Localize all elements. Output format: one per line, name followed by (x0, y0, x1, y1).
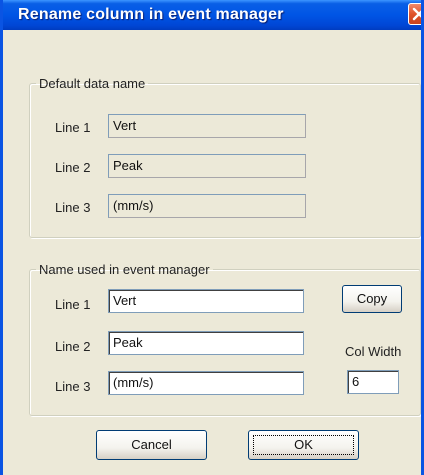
cancel-button-label: Cancel (131, 437, 172, 452)
dialog-title: Rename column in event manager (18, 6, 284, 23)
event-line2-label: Line 2 (55, 339, 91, 354)
close-icon (412, 7, 421, 21)
default-line3-field: (mm/s) (108, 194, 306, 218)
event-line1-label: Line 1 (55, 297, 91, 312)
close-button[interactable] (408, 3, 421, 25)
copy-button-label: Copy (356, 291, 388, 306)
col-width-label: Col Width (345, 344, 402, 359)
ok-focus-ring (253, 435, 354, 455)
title-bar[interactable]: Rename column in event manager (3, 0, 421, 30)
default-line1-field: Vert (108, 114, 306, 138)
rename-column-dialog: Rename column in event manager Default d… (0, 0, 424, 475)
default-line1-label: Line 1 (55, 120, 91, 135)
event-manager-name-legend: Name used in event manager (39, 262, 210, 277)
event-line3-label: Line 3 (55, 379, 91, 394)
col-width-input[interactable]: 6 (347, 370, 399, 394)
copy-button[interactable]: Copy (342, 285, 402, 313)
default-line2-label: Line 2 (55, 160, 91, 175)
event-line3-input[interactable]: (mm/s) (108, 371, 304, 395)
default-line2-field: Peak (108, 154, 306, 178)
default-data-name-legend: Default data name (39, 76, 146, 91)
event-line2-input[interactable]: Peak (108, 331, 304, 355)
ok-button[interactable]: OK (248, 430, 359, 460)
cancel-button[interactable]: Cancel (96, 430, 207, 460)
default-line3-label: Line 3 (55, 200, 91, 215)
event-line1-input[interactable]: Vert (108, 289, 304, 313)
